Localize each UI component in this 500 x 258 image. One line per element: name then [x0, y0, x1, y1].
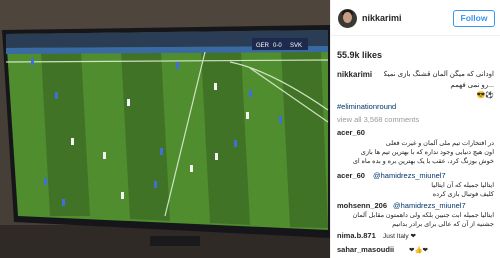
comment-text-line: خوش بوزنگ کرد، عقب با یک بهترین بره و بد…: [352, 158, 494, 165]
comment-mention[interactable]: @hamidrezs_miunel7: [393, 201, 466, 210]
likes-count[interactable]: 55.9k likes: [337, 50, 382, 60]
comment-text-line: در افتخارات تیم ملی آلمان و غیرت فعلی: [385, 140, 494, 147]
avatar[interactable]: [338, 9, 357, 28]
scoreboard-home: GER: [256, 43, 270, 49]
comment-username[interactable]: acer_60: [337, 128, 365, 137]
caption-line-2: ...رو نمی فهمم: [450, 82, 494, 89]
post-username[interactable]: nikkarimi: [362, 13, 402, 23]
comment-text-line: جشنیه از آن که عالی برای برادر بدانیم: [392, 221, 494, 228]
post-photo[interactable]: GER 0-0 SVK: [0, 0, 330, 258]
comment-username[interactable]: sahar_masoudii: [337, 245, 394, 254]
comment-text: ❤👍❤: [409, 247, 428, 254]
caption-hashtag[interactable]: #eliminationround: [337, 102, 396, 111]
caption-username[interactable]: nikkarimi: [337, 70, 372, 79]
caption-line-1: اودانی که میگن آلمان قشنگ بازی نمیکنه: [384, 71, 494, 78]
avatar-face: [343, 12, 352, 23]
instagram-post: GER 0-0 SVK nikkarimi Follow 55.9k likes…: [0, 0, 500, 258]
comment-username[interactable]: acer_60: [337, 171, 365, 180]
view-all-comments-link[interactable]: view all 3,568 comments: [337, 115, 419, 124]
scoreboard-away: SVK: [290, 43, 302, 49]
comment-text-line: ایتالیا جمیله که آن ایتالیا: [431, 182, 494, 189]
comment-text-line: اون هیچ دنیایی وجود نداره که با بهترین ت…: [360, 149, 494, 156]
comment-username[interactable]: nima.b.871: [337, 231, 376, 240]
comment-username[interactable]: mohsenn_206: [337, 201, 387, 210]
comment-text-line: کلیف فوتبال بازی کرده: [432, 191, 494, 198]
comment-text: Just Italy ❤: [383, 233, 416, 240]
post-header: nikkarimi Follow: [331, 0, 500, 36]
comment-text-line: ایتالیا جمیله ابت جنبین بلکه ولی داهمتون…: [352, 212, 494, 219]
caption-emoji: ⚽😎: [476, 92, 494, 99]
tv-photo-illustration: GER 0-0 SVK: [0, 0, 330, 258]
comment-mention[interactable]: @hamidrezs_miunel7: [373, 171, 446, 180]
follow-button[interactable]: Follow: [453, 10, 495, 27]
scoreboard-score: 0-0: [273, 43, 282, 49]
post-sidebar: nikkarimi Follow 55.9k likes nikkarimi ا…: [330, 0, 500, 258]
